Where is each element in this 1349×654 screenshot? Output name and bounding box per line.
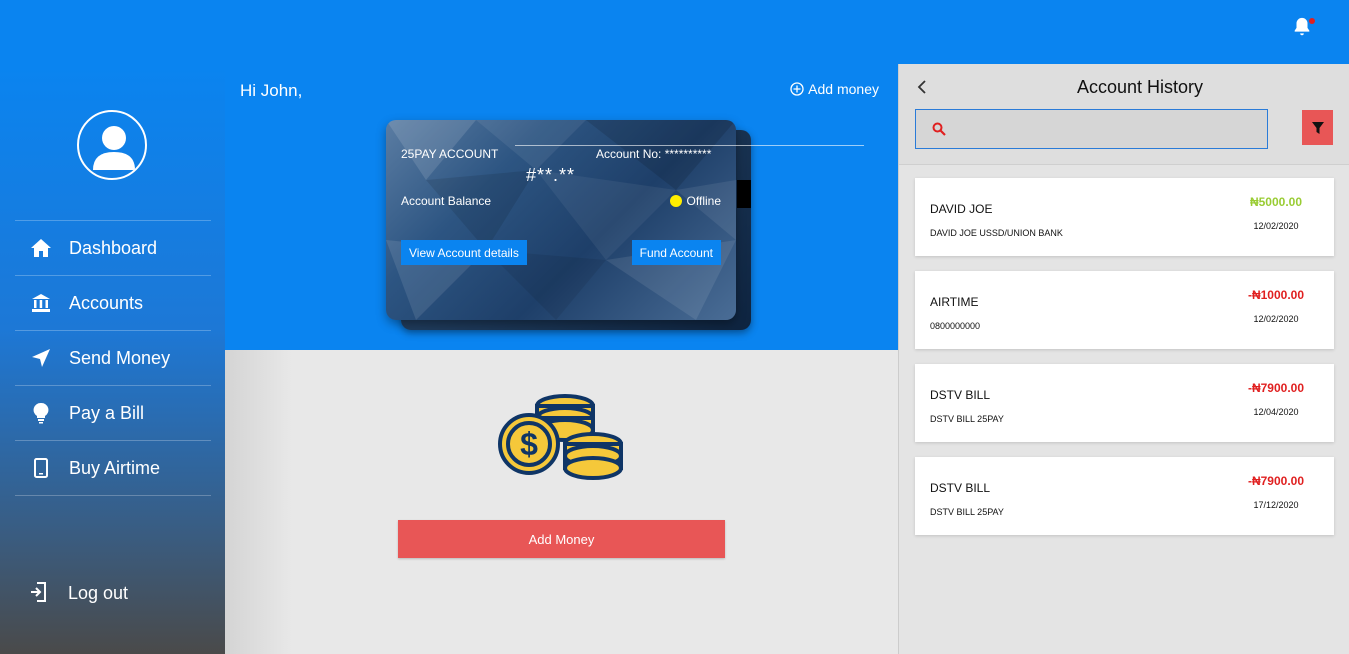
sidebar-item-label: Pay a Bill [69, 402, 145, 423]
history-title: Account History [1076, 77, 1204, 97]
lightbulb-icon [29, 402, 53, 424]
transaction-name: AIRTIME [930, 295, 979, 309]
transaction-description: DSTV BILL 25PAY [930, 414, 1004, 424]
dashboard-header: Hi John, Add money 25PAY ACCOUNT Account… [225, 64, 898, 350]
filter-icon [1311, 121, 1324, 134]
sidebar-item-accounts[interactable]: Accounts [15, 276, 211, 331]
transaction-name: DSTV BILL [930, 481, 991, 495]
transaction-date: 12/02/2020 [1253, 221, 1299, 231]
account-type: 25PAY ACCOUNT [401, 147, 499, 161]
transaction-date: 17/12/2020 [1253, 500, 1299, 510]
add-money-button[interactable]: Add Money [398, 520, 725, 558]
transaction-amount: ₦5000.00 [1249, 195, 1303, 209]
transaction-amount: -₦1000.00 [1247, 288, 1305, 302]
home-icon [29, 237, 53, 259]
account-card: 25PAY ACCOUNT Account No: ********** #**… [386, 120, 736, 320]
transaction-date: 12/02/2020 [1253, 314, 1299, 324]
fund-account-button[interactable]: Fund Account [631, 240, 721, 265]
logout-label: Log out [68, 582, 129, 603]
sidebar-item-label: Accounts [69, 292, 144, 313]
account-balance: #**.** [526, 165, 576, 185]
avatar[interactable] [77, 110, 147, 180]
add-money-panel: $ Add Money [225, 350, 898, 654]
mobile-icon [29, 457, 53, 479]
transaction-item[interactable]: AIRTIME 0800000000 -₦1000.00 12/02/2020 [915, 271, 1334, 349]
sidebar-nav: Dashboard Accounts Send Money Pay a Bill… [15, 220, 211, 496]
greeting: Hi John, [240, 81, 303, 100]
sidebar-item-pay-bill[interactable]: Pay a Bill [15, 386, 211, 441]
bank-icon [29, 292, 53, 314]
transaction-name: DAVID JOE [930, 202, 993, 216]
filter-button[interactable] [1302, 110, 1333, 145]
status-badge: Offline [669, 194, 721, 208]
send-icon [29, 347, 53, 369]
sidebar-item-send-money[interactable]: Send Money [15, 331, 211, 386]
transaction-amount: -₦7900.00 [1247, 474, 1305, 488]
account-number: Account No: ********** [596, 147, 712, 161]
sidebar-item-label: Buy Airtime [69, 457, 161, 478]
plus-circle-icon [790, 82, 804, 96]
transaction-description: DSTV BILL 25PAY [930, 507, 1004, 517]
transaction-item[interactable]: DSTV BILL DSTV BILL 25PAY -₦7900.00 12/0… [915, 364, 1334, 442]
notification-badge [1309, 18, 1315, 24]
coins-icon: $ [498, 394, 623, 480]
sidebar: Dashboard Accounts Send Money Pay a Bill… [0, 64, 225, 654]
transaction-date: 12/04/2020 [1253, 407, 1299, 417]
transaction-item[interactable]: DAVID JOE DAVID JOE USSD/UNION BANK ₦500… [915, 178, 1334, 256]
divider [515, 145, 864, 146]
transaction-amount: -₦7900.00 [1247, 381, 1305, 395]
transaction-description: DAVID JOE USSD/UNION BANK [930, 228, 1063, 238]
user-icon [93, 126, 135, 170]
sidebar-item-label: Send Money [69, 347, 171, 368]
balance-label: Account Balance [401, 194, 492, 208]
top-bar [0, 0, 1349, 64]
add-money-link[interactable]: Add money [790, 81, 879, 97]
transaction-item[interactable]: DSTV BILL DSTV BILL 25PAY -₦7900.00 17/1… [915, 457, 1334, 535]
search-input[interactable] [956, 110, 1256, 148]
account-history-panel: Account History DAVID JOE DAVID JOE USSD… [898, 64, 1349, 654]
status-text: Offline [686, 194, 721, 208]
sidebar-item-label: Dashboard [69, 237, 158, 258]
sidebar-item-dashboard[interactable]: Dashboard [15, 221, 211, 276]
status-dot-icon [669, 195, 682, 207]
logout-button[interactable]: Log out [30, 582, 128, 604]
logout-icon [30, 582, 50, 604]
transaction-description: 0800000000 [930, 321, 981, 331]
search-box [915, 109, 1268, 149]
add-money-link-label: Add money [808, 81, 879, 97]
transaction-name: DSTV BILL [930, 388, 991, 402]
svg-text:$: $ [520, 426, 538, 462]
history-header: Account History [899, 64, 1349, 165]
search-icon [932, 122, 946, 136]
sidebar-item-buy-airtime[interactable]: Buy Airtime [15, 441, 211, 496]
view-account-details-button[interactable]: View Account details [401, 240, 527, 265]
